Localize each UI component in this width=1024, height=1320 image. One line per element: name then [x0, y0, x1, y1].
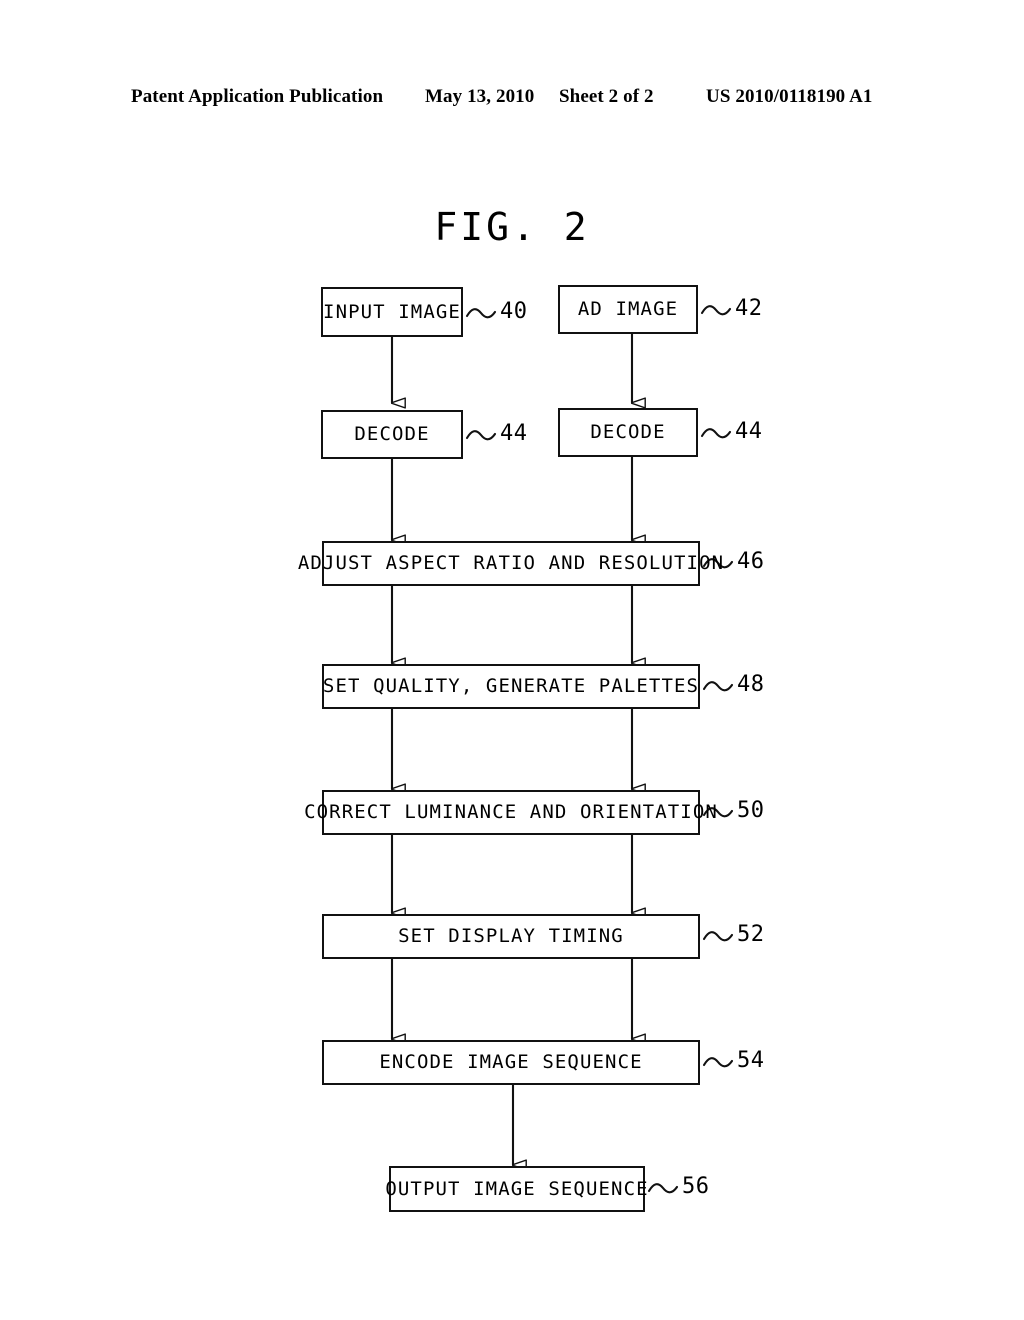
callout-ref-48: 48 [737, 672, 765, 697]
callout-squiggle-42 [700, 305, 732, 316]
node-correct-luminance-label: CORRECT LUMINANCE AND ORIENTATION [304, 801, 718, 823]
callout-squiggle-44-left [465, 430, 497, 441]
node-ad-image-label: AD IMAGE [577, 298, 679, 320]
callout-ref-40: 40 [500, 299, 528, 324]
node-input-image[interactable]: INPUT IMAGE [321, 287, 463, 337]
node-correct-luminance[interactable]: CORRECT LUMINANCE AND ORIENTATION [304, 790, 717, 835]
node-adjust-aspect-ratio-label: ADJUST ASPECT RATIO AND RESOLUTION [297, 552, 725, 574]
node-decode-left[interactable]: DECODE [321, 410, 463, 459]
callout-ref-42: 42 [735, 296, 763, 321]
node-adjust-aspect-ratio[interactable]: ADJUST ASPECT RATIO AND RESOLUTION [298, 541, 723, 586]
node-encode-image-sequence[interactable]: ENCODE IMAGE SEQUENCE [322, 1040, 700, 1085]
callout-squiggle-52 [702, 931, 734, 942]
node-ad-image[interactable]: AD IMAGE [558, 285, 698, 334]
flowchart-diagram: INPUT IMAGE 40 AD IMAGE 42 DECODE 44 DEC… [0, 0, 1024, 1320]
node-output-image-sequence-label: OUTPUT IMAGE SEQUENCE [385, 1177, 649, 1200]
node-set-quality-label: SET QUALITY, GENERATE PALETTES [322, 675, 700, 697]
node-encode-image-sequence-label: ENCODE IMAGE SEQUENCE [379, 1051, 643, 1073]
callout-squiggle-54 [702, 1057, 734, 1068]
callout-ref-46: 46 [737, 549, 765, 574]
node-decode-right-label: DECODE [590, 421, 666, 443]
callout-ref-56: 56 [682, 1174, 710, 1199]
flowchart-connectors [390, 305, 734, 1194]
node-decode-right[interactable]: DECODE [558, 408, 698, 457]
callout-squiggle-44-right [700, 428, 732, 439]
callout-squiggle-56 [647, 1183, 679, 1194]
node-decode-left-label: DECODE [354, 423, 430, 445]
callout-squiggle-48 [702, 681, 734, 692]
callout-ref-50: 50 [737, 798, 765, 823]
node-set-display-timing-label: SET DISPLAY TIMING [398, 925, 624, 947]
callout-squiggle-40 [465, 308, 497, 319]
callout-ref-44-left: 44 [500, 421, 528, 446]
node-set-quality[interactable]: SET QUALITY, GENERATE PALETTES [322, 664, 700, 709]
node-input-image-label: INPUT IMAGE [323, 300, 461, 323]
node-set-display-timing[interactable]: SET DISPLAY TIMING [322, 914, 700, 959]
callout-ref-54: 54 [737, 1048, 765, 1073]
node-output-image-sequence[interactable]: OUTPUT IMAGE SEQUENCE [385, 1166, 648, 1212]
callout-ref-52: 52 [737, 922, 765, 947]
callout-ref-44-right: 44 [735, 419, 763, 444]
